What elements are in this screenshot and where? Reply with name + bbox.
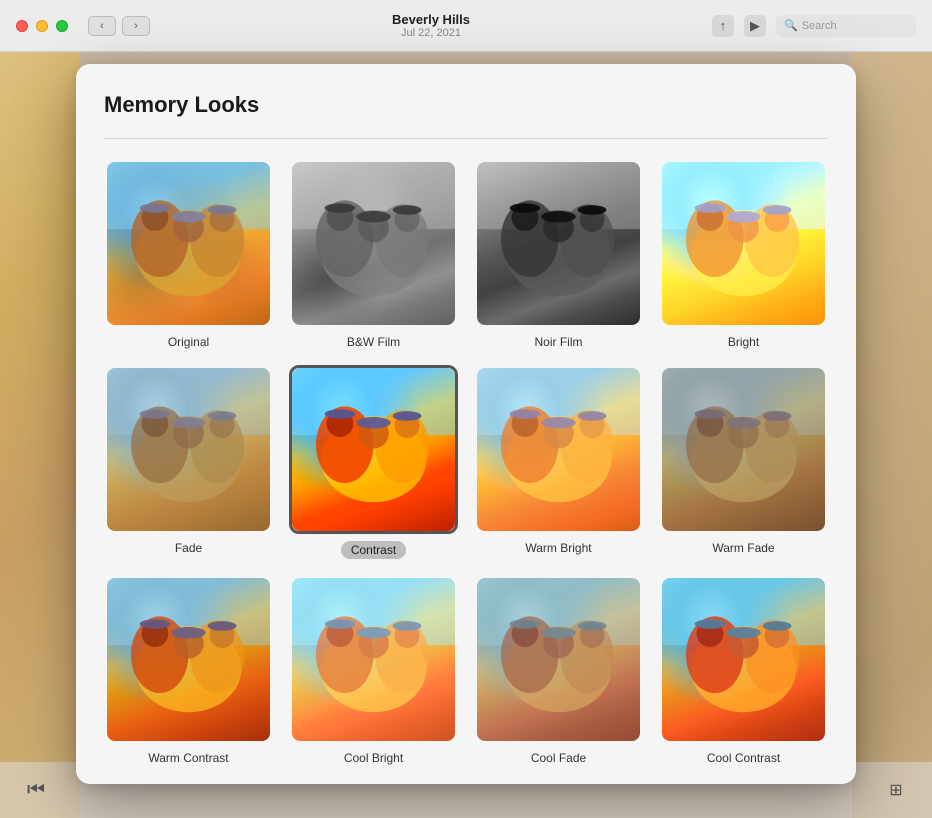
look-label-warm-fade: Warm Fade — [712, 541, 774, 555]
people-svg-warm-fade — [662, 368, 825, 531]
look-label-cool-bright: Cool Bright — [344, 751, 403, 765]
window-title: Beverly Hills — [150, 12, 712, 27]
people-svg-bright — [662, 162, 825, 325]
look-preview-contrast — [292, 368, 455, 531]
look-item-original[interactable]: Original — [104, 159, 273, 349]
people-svg-original — [107, 162, 270, 325]
people-svg-cool-contrast — [662, 578, 825, 741]
modal-divider — [104, 138, 828, 139]
look-item-contrast[interactable]: Contrast — [289, 365, 458, 559]
look-label-bright: Bright — [728, 335, 759, 349]
modal-title: Memory Looks — [104, 92, 828, 118]
share-icon: ↑ — [720, 18, 727, 33]
look-label-warm-contrast: Warm Contrast — [148, 751, 228, 765]
look-preview-noir-film — [477, 162, 640, 325]
look-thumb-contrast[interactable] — [289, 365, 458, 534]
memory-looks-modal: Memory Looks — [76, 64, 856, 784]
look-preview-original — [107, 162, 270, 325]
look-label-original: Original — [168, 335, 209, 349]
look-thumb-cool-contrast[interactable] — [659, 575, 828, 744]
look-preview-cool-bright — [292, 578, 455, 741]
look-label-fade: Fade — [175, 541, 202, 555]
look-item-cool-contrast[interactable]: Cool Contrast — [659, 575, 828, 765]
photo-grid: Original — [104, 159, 828, 765]
close-button[interactable] — [16, 20, 28, 32]
look-label-cool-fade: Cool Fade — [531, 751, 586, 765]
look-label-warm-bright: Warm Bright — [525, 541, 591, 555]
people-svg-cool-fade — [477, 578, 640, 741]
look-item-warm-bright[interactable]: Warm Bright — [474, 365, 643, 559]
look-preview-warm-fade — [662, 368, 825, 531]
look-preview-bw-film — [292, 162, 455, 325]
slideshow-button[interactable]: ▶ — [744, 15, 766, 37]
people-svg-warm-contrast — [107, 578, 270, 741]
share-button[interactable]: ↑ — [712, 15, 734, 37]
search-bar[interactable]: 🔍 Search — [776, 15, 916, 37]
look-item-noir-film[interactable]: Noir Film — [474, 159, 643, 349]
toolbar-right: ↑ ▶ 🔍 Search — [712, 15, 916, 37]
look-thumb-fade[interactable] — [104, 365, 273, 534]
title-center: Beverly Hills Jul 22, 2021 — [150, 12, 712, 39]
look-thumb-warm-bright[interactable] — [474, 365, 643, 534]
look-preview-cool-contrast — [662, 578, 825, 741]
forward-arrow-icon: › — [134, 20, 138, 32]
search-placeholder: Search — [802, 20, 837, 32]
look-preview-warm-contrast — [107, 578, 270, 741]
maximize-button[interactable] — [56, 20, 68, 32]
nav-buttons: ‹ › — [88, 16, 150, 36]
look-thumb-cool-fade[interactable] — [474, 575, 643, 744]
look-item-warm-fade[interactable]: Warm Fade — [659, 365, 828, 559]
look-preview-warm-bright — [477, 368, 640, 531]
window-subtitle: Jul 22, 2021 — [150, 27, 712, 39]
look-label-bw-film: B&W Film — [347, 335, 400, 349]
look-item-cool-bright[interactable]: Cool Bright — [289, 575, 458, 765]
look-item-warm-contrast[interactable]: Warm Contrast — [104, 575, 273, 765]
look-item-bright[interactable]: Bright — [659, 159, 828, 349]
people-svg-warm-bright — [477, 368, 640, 531]
look-item-fade[interactable]: Fade — [104, 365, 273, 559]
look-item-cool-fade[interactable]: Cool Fade — [474, 575, 643, 765]
people-svg-bw — [292, 162, 455, 325]
look-thumb-warm-contrast[interactable] — [104, 575, 273, 744]
look-thumb-cool-bright[interactable] — [289, 575, 458, 744]
look-item-bw-film[interactable]: B&W Film — [289, 159, 458, 349]
traffic-lights — [16, 20, 68, 32]
look-thumb-noir-film[interactable] — [474, 159, 643, 328]
forward-button[interactable]: › — [122, 16, 150, 36]
minimize-button[interactable] — [36, 20, 48, 32]
look-preview-fade — [107, 368, 270, 531]
titlebar: ‹ › Beverly Hills Jul 22, 2021 ↑ ▶ 🔍 Sea… — [0, 0, 932, 52]
look-preview-cool-fade — [477, 578, 640, 741]
look-label-cool-contrast: Cool Contrast — [707, 751, 780, 765]
slideshow-icon: ▶ — [750, 18, 760, 34]
people-svg-contrast — [292, 368, 455, 531]
search-icon: 🔍 — [784, 19, 798, 32]
back-arrow-icon: ‹ — [100, 20, 104, 32]
look-label-contrast: Contrast — [341, 541, 406, 559]
look-label-noir-film: Noir Film — [535, 335, 583, 349]
people-svg-fade — [107, 368, 270, 531]
look-thumb-original[interactable] — [104, 159, 273, 328]
people-svg-cool-bright — [292, 578, 455, 741]
look-thumb-warm-fade[interactable] — [659, 365, 828, 534]
look-thumb-bw-film[interactable] — [289, 159, 458, 328]
back-button[interactable]: ‹ — [88, 16, 116, 36]
look-preview-bright — [662, 162, 825, 325]
look-thumb-bright[interactable] — [659, 159, 828, 328]
modal-overlay: Memory Looks — [0, 52, 932, 818]
people-svg-noir — [477, 162, 640, 325]
